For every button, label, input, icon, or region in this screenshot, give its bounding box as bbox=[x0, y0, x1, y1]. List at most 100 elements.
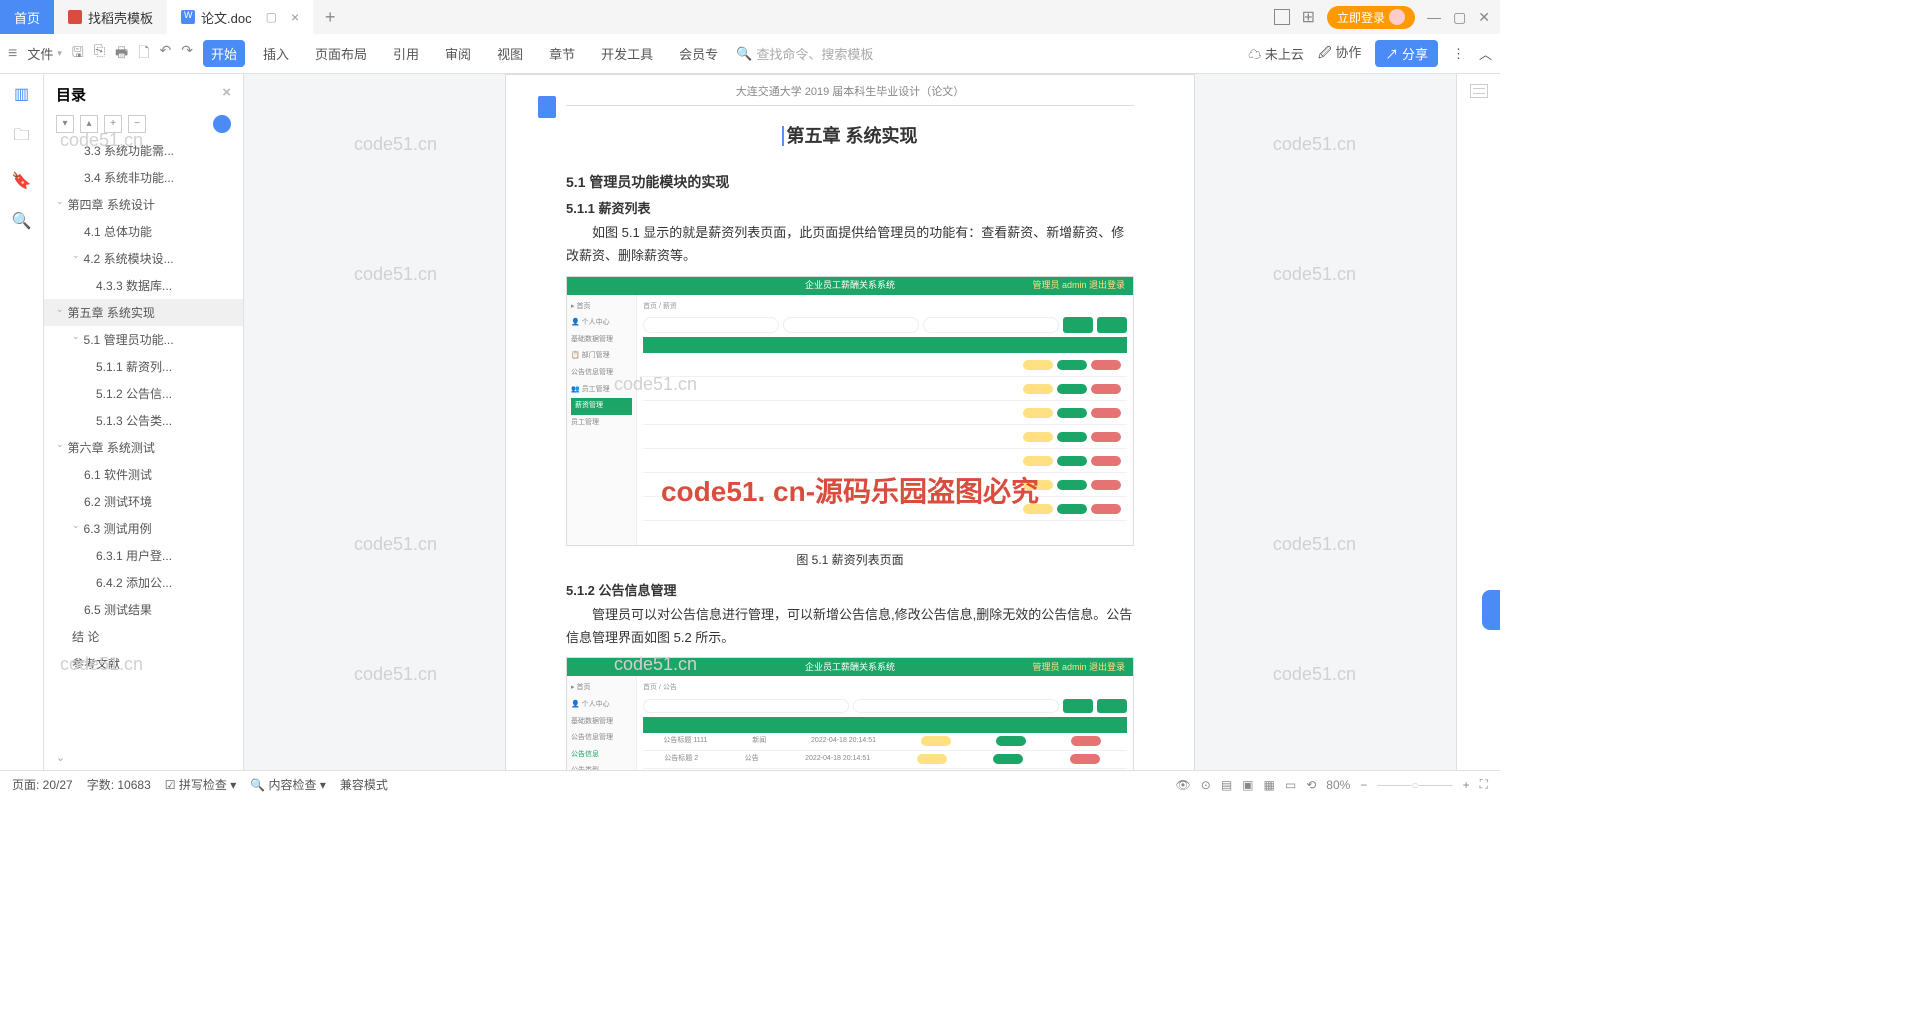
side-tab[interactable] bbox=[1482, 590, 1500, 630]
share-button[interactable]: ↗ 分享 bbox=[1375, 40, 1438, 67]
outline-item[interactable]: 6.3.1 用户登... bbox=[44, 542, 243, 569]
collab-button[interactable]: 🖉 协作 bbox=[1318, 42, 1362, 66]
minimize-icon[interactable]: — bbox=[1427, 9, 1441, 25]
screen-icon[interactable]: ▢ bbox=[266, 10, 277, 24]
ribbon-tab-member[interactable]: 会员专 bbox=[671, 40, 726, 67]
outline-item[interactable]: 4.1 总体功能 bbox=[44, 218, 243, 245]
outline-item[interactable]: 6.1 软件测试 bbox=[44, 461, 243, 488]
tab-template[interactable]: 找稻壳模板 bbox=[54, 0, 167, 34]
zoom-in-icon[interactable]: + bbox=[1463, 778, 1470, 792]
eye-icon[interactable]: 👁 bbox=[1176, 778, 1191, 792]
ribbon-tab-view[interactable]: 视图 bbox=[489, 40, 531, 67]
outline-close-icon[interactable]: × bbox=[222, 84, 231, 105]
zoom-fit-icon[interactable]: ⟲ bbox=[1306, 778, 1316, 792]
expand-all-icon[interactable]: ▴ bbox=[80, 115, 98, 133]
save-icon[interactable]: 🖫 bbox=[72, 42, 84, 66]
ribbon-tab-devtools[interactable]: 开发工具 bbox=[593, 40, 661, 67]
preview-icon[interactable]: 🗋 bbox=[138, 42, 149, 66]
zoom-out-icon[interactable]: − bbox=[1360, 778, 1367, 792]
compat-mode[interactable]: 兼容模式 bbox=[340, 776, 388, 793]
outline-item[interactable]: 结 论 bbox=[44, 623, 243, 650]
spellcheck-button[interactable]: ☑ 拼写检查 ▾ bbox=[165, 776, 236, 793]
outline-item[interactable]: 6.2 测试环境 bbox=[44, 488, 243, 515]
remove-item-icon[interactable]: − bbox=[128, 115, 146, 133]
file-menu[interactable]: 文件 ▾ bbox=[27, 44, 62, 63]
ribbon-tab-references[interactable]: 引用 bbox=[385, 40, 427, 67]
watermark: code51.cn bbox=[354, 134, 437, 155]
contentcheck-button[interactable]: 🔍 内容检查 ▾ bbox=[250, 776, 326, 793]
search-icon[interactable]: 🔍 bbox=[12, 211, 32, 231]
outline-expand-down[interactable]: ⌄ bbox=[44, 745, 243, 770]
ribbon-bookmark-icon[interactable]: 🔖 bbox=[12, 171, 32, 191]
outline-item[interactable]: 参考文献 bbox=[44, 650, 243, 677]
panel-menu-icon[interactable] bbox=[1470, 84, 1488, 98]
outline-view-icon[interactable]: ▭ bbox=[1285, 778, 1296, 792]
outline-item[interactable]: ⌄ 4.2 系统模块设... bbox=[44, 245, 243, 272]
outline-settings-icon[interactable] bbox=[213, 115, 231, 133]
command-search[interactable]: 🔍 查找命令、搜索模板 bbox=[736, 44, 873, 63]
export-icon[interactable]: ⎘ bbox=[94, 42, 105, 66]
watermark: code51.cn bbox=[1273, 664, 1356, 685]
ribbon-tab-chapter[interactable]: 章节 bbox=[541, 40, 583, 67]
outline-item[interactable]: ⌄ 第五章 系统实现 bbox=[44, 299, 243, 326]
watermark: code51.cn bbox=[1273, 134, 1356, 155]
outline-icon[interactable]: ▥ bbox=[14, 84, 29, 104]
status-words[interactable]: 字数: 10683 bbox=[87, 776, 151, 793]
collapse-icon[interactable]: ︿ bbox=[1479, 44, 1492, 63]
outline-item[interactable]: ⌄ 5.1 管理员功能... bbox=[44, 326, 243, 353]
right-panel bbox=[1456, 74, 1500, 770]
tab-document[interactable]: 论文.doc▢× bbox=[167, 0, 313, 34]
outline-item[interactable]: 3.3 系统功能需... bbox=[44, 137, 243, 164]
fullscreen-icon[interactable]: ⛶ bbox=[1480, 777, 1488, 792]
bookmark-icon[interactable]: 🗀 bbox=[13, 124, 29, 151]
pagemode-icon[interactable]: ▤ bbox=[1221, 778, 1232, 792]
tab-bar: 首页 找稻壳模板 论文.doc▢× + ⊞ 立即登录 — ▢ ✕ bbox=[0, 0, 1500, 34]
close-icon[interactable]: ✕ bbox=[1478, 9, 1490, 26]
outline-item[interactable]: ⌄ 第六章 系统测试 bbox=[44, 434, 243, 461]
undo-icon[interactable]: ↶ bbox=[160, 42, 172, 66]
heading-2: 5.1 管理员功能模块的实现 bbox=[566, 170, 1134, 195]
tab-home[interactable]: 首页 bbox=[0, 0, 54, 34]
new-tab-button[interactable]: + bbox=[313, 7, 347, 28]
outline-item[interactable]: ⌄ 第四章 系统设计 bbox=[44, 191, 243, 218]
ribbon-tab-start[interactable]: 开始 bbox=[203, 40, 245, 67]
paragraph: 如图 5.1 显示的就是薪资列表页面，此页面提供给管理员的功能有：查看薪资、新增… bbox=[566, 221, 1134, 268]
readmode-icon[interactable]: ⊙ bbox=[1201, 778, 1211, 792]
layout-icon[interactable] bbox=[1274, 9, 1290, 25]
login-button[interactable]: 立即登录 bbox=[1327, 6, 1415, 29]
redo-icon[interactable]: ↷ bbox=[181, 42, 193, 66]
tabbar-right: ⊞ 立即登录 — ▢ ✕ bbox=[1274, 6, 1500, 29]
ribbon-tab-review[interactable]: 审阅 bbox=[437, 40, 479, 67]
outline-item[interactable]: 3.4 系统非功能... bbox=[44, 164, 243, 191]
ribbon-tab-insert[interactable]: 插入 bbox=[255, 40, 297, 67]
outline-item[interactable]: 5.1.3 公告类... bbox=[44, 407, 243, 434]
heading-3: 5.1.2 公告信息管理 bbox=[566, 579, 1134, 602]
print-icon[interactable]: 🖶 bbox=[115, 42, 128, 66]
outline-tools: ▾ ▴ + − bbox=[44, 111, 243, 137]
page-indicator-icon[interactable] bbox=[538, 96, 556, 118]
add-item-icon[interactable]: + bbox=[104, 115, 122, 133]
status-page[interactable]: 页面: 20/27 bbox=[12, 776, 73, 793]
maximize-icon[interactable]: ▢ bbox=[1453, 9, 1466, 26]
cloud-button[interactable]: ☁ 未上云 bbox=[1248, 44, 1304, 63]
bookview-icon[interactable]: ▣ bbox=[1242, 778, 1253, 792]
menu-icon[interactable]: ≡ bbox=[8, 45, 17, 63]
collapse-all-icon[interactable]: ▾ bbox=[56, 115, 74, 133]
figure-caption: 图 5.1 薪资列表页面 bbox=[566, 550, 1134, 572]
outline-item[interactable]: ⌄ 6.3 测试用例 bbox=[44, 515, 243, 542]
outline-item[interactable]: 4.3.3 数据库... bbox=[44, 272, 243, 299]
outline-item[interactable]: 5.1.2 公告信... bbox=[44, 380, 243, 407]
zoom-value[interactable]: 80% bbox=[1326, 778, 1350, 792]
watermark: code51.cn bbox=[1273, 534, 1356, 555]
outline-item[interactable]: 6.4.2 添加公... bbox=[44, 569, 243, 596]
apps-icon[interactable]: ⊞ bbox=[1302, 7, 1315, 27]
outline-item[interactable]: 6.5 测试结果 bbox=[44, 596, 243, 623]
document-area[interactable]: 大连交通大学 2019 届本科生毕业设计（论文） 第五章 系统实现 5.1 管理… bbox=[244, 74, 1456, 770]
tab-close-icon[interactable]: × bbox=[291, 9, 299, 25]
chapter-title: 第五章 系统实现 bbox=[566, 120, 1134, 152]
ribbon-tab-layout[interactable]: 页面布局 bbox=[307, 40, 375, 67]
outline-item[interactable]: 5.1.1 薪资列... bbox=[44, 353, 243, 380]
weblayout-icon[interactable]: ▦ bbox=[1264, 778, 1275, 792]
page-header: 大连交通大学 2019 届本科生毕业设计（论文） bbox=[566, 83, 1134, 106]
more-icon[interactable]: ⋮ bbox=[1452, 46, 1465, 62]
